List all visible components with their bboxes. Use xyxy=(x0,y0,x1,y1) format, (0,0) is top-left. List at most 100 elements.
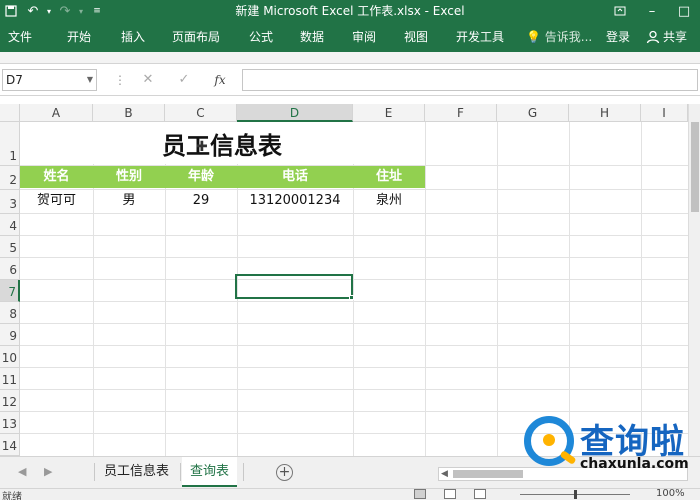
normal-view-icon[interactable] xyxy=(414,489,426,499)
window-controls: – □ xyxy=(604,0,700,22)
tab-formulas[interactable]: 公式 xyxy=(249,22,273,52)
row-header-10[interactable]: 10 xyxy=(0,346,20,368)
scroll-sheets-right-icon[interactable]: ▶ xyxy=(44,465,52,478)
column-header-b[interactable]: B xyxy=(93,104,165,122)
view-switcher xyxy=(414,489,486,499)
zoom-slider-knob[interactable] xyxy=(574,490,577,499)
gridline xyxy=(20,257,700,258)
maximize-icon[interactable]: □ xyxy=(668,0,700,22)
row-header-3[interactable]: 3 xyxy=(0,190,20,214)
row-header-5[interactable]: 5 xyxy=(0,236,20,258)
scroll-left-arrow-icon[interactable]: ◀ xyxy=(441,468,448,480)
formula-input[interactable] xyxy=(242,69,698,91)
name-box-dropdown-icon[interactable]: ▼ xyxy=(87,70,93,90)
lightbulb-icon: 💡 xyxy=(526,30,541,44)
header-cell-address[interactable]: 住址 xyxy=(353,166,425,188)
tab-page-layout[interactable]: 页面布局 xyxy=(172,22,220,52)
header-cell-name[interactable]: 姓名 xyxy=(20,166,93,188)
sheet-title-cell[interactable]: 员工信息表 xyxy=(20,122,424,164)
tell-me-box[interactable]: 💡 告诉我... xyxy=(526,22,592,52)
sheet-tab-query[interactable]: 查询表 xyxy=(182,457,238,487)
gridline xyxy=(641,122,642,456)
tab-file[interactable]: 文件 xyxy=(8,22,32,52)
column-header-e[interactable]: E xyxy=(353,104,425,122)
cancel-icon[interactable]: ✕ xyxy=(138,70,158,90)
data-cell[interactable]: 13120001234 xyxy=(237,190,353,212)
zoom-level[interactable]: 100% xyxy=(656,488,685,499)
watermark-url: chaxunla.com xyxy=(580,456,689,472)
vertical-scroll-thumb[interactable] xyxy=(691,122,699,212)
page-layout-view-icon[interactable] xyxy=(444,489,456,499)
row-header-11[interactable]: 11 xyxy=(0,368,20,390)
enter-icon[interactable]: ✓ xyxy=(174,70,194,90)
status-bar: 就绪 100% xyxy=(0,488,700,500)
row-header-8[interactable]: 8 xyxy=(0,302,20,324)
login-button[interactable]: 登录 xyxy=(606,22,630,52)
row-header-14[interactable]: 14 xyxy=(0,434,20,456)
vertical-scrollbar[interactable] xyxy=(688,104,700,456)
gridline xyxy=(20,301,700,302)
header-cell-phone[interactable]: 电话 xyxy=(237,166,353,188)
column-header-i[interactable]: I xyxy=(641,104,688,122)
gridline xyxy=(20,389,700,390)
gridline xyxy=(497,122,498,456)
minimize-icon[interactable]: – xyxy=(636,0,668,22)
ribbon-body xyxy=(0,52,700,64)
select-all-corner[interactable] xyxy=(0,104,20,122)
sheet-tab-employees[interactable]: 员工信息表 xyxy=(96,457,177,487)
column-header-h[interactable]: H xyxy=(569,104,641,122)
row-header-13[interactable]: 13 xyxy=(0,412,20,434)
column-header-a[interactable]: A xyxy=(20,104,93,122)
share-button[interactable]: 共享 xyxy=(646,22,687,52)
gridline xyxy=(20,235,700,236)
title-bar: ↶ ▾ ↷ ▾ ≡ 新建 Microsoft Excel 工作表.xlsx - … xyxy=(0,0,700,22)
row-header-9[interactable]: 9 xyxy=(0,324,20,346)
tab-data[interactable]: 数据 xyxy=(300,22,324,52)
column-header-d[interactable]: D xyxy=(237,104,353,122)
ribbon-display-icon[interactable] xyxy=(604,0,636,22)
row-header-2[interactable]: 2 xyxy=(0,166,20,190)
row-header-7[interactable]: 7 xyxy=(0,280,20,302)
insert-function-icon[interactable]: fx xyxy=(210,70,230,90)
header-cell-gender[interactable]: 性别 xyxy=(93,166,165,188)
window-title: 新建 Microsoft Excel 工作表.xlsx - Excel xyxy=(235,4,465,18)
active-cell-d7[interactable] xyxy=(235,274,353,299)
tab-home[interactable]: 开始 xyxy=(67,22,91,52)
tab-review[interactable]: 审阅 xyxy=(352,22,376,52)
gridline xyxy=(20,323,700,324)
page-break-view-icon[interactable] xyxy=(474,489,486,499)
name-box-value: D7 xyxy=(6,73,23,87)
watermark-logo-tail xyxy=(559,450,577,465)
worksheet-grid[interactable]: A B C D E F G H I 1 2 3 4 5 6 7 8 9 10 1… xyxy=(0,104,700,456)
tab-insert[interactable]: 插入 xyxy=(121,22,145,52)
tab-view[interactable]: 视图 xyxy=(404,22,428,52)
watermark: 查询啦 chaxunla.com xyxy=(520,410,698,482)
data-cell[interactable]: 男 xyxy=(93,190,165,212)
data-cell[interactable]: 泉州 xyxy=(353,190,425,212)
gridline xyxy=(569,122,570,456)
name-box[interactable]: D7 ▼ xyxy=(2,69,97,91)
row-header-6[interactable]: 6 xyxy=(0,258,20,280)
data-cell[interactable]: 贺可可 xyxy=(20,190,93,212)
row-header-1[interactable]: 1 xyxy=(0,122,20,166)
gridline xyxy=(20,345,700,346)
scroll-sheets-left-icon[interactable]: ◀ xyxy=(18,465,26,478)
column-header-f[interactable]: F xyxy=(425,104,497,122)
gridline xyxy=(425,122,426,456)
cell-cursor-icon: ✚ xyxy=(196,139,208,155)
gridline xyxy=(20,367,700,368)
row-header-4[interactable]: 4 xyxy=(0,214,20,236)
column-header-g[interactable]: G xyxy=(497,104,569,122)
ribbon-tabs: 文件 开始 插入 页面布局 公式 数据 审阅 视图 开发工具 💡 告诉我... … xyxy=(0,22,700,52)
tab-developer[interactable]: 开发工具 xyxy=(456,22,504,52)
row-header-12[interactable]: 12 xyxy=(0,390,20,412)
gridline xyxy=(20,279,700,280)
fill-handle[interactable] xyxy=(349,295,354,300)
add-sheet-icon[interactable]: + xyxy=(276,464,293,481)
header-cell-age[interactable]: 年龄 xyxy=(165,166,237,188)
watermark-logo-dot xyxy=(543,434,555,446)
status-ready: 就绪 xyxy=(2,492,22,500)
data-cell[interactable]: 29 xyxy=(165,190,237,212)
column-header-c[interactable]: C xyxy=(165,104,237,122)
horizontal-scroll-thumb[interactable] xyxy=(453,470,523,478)
